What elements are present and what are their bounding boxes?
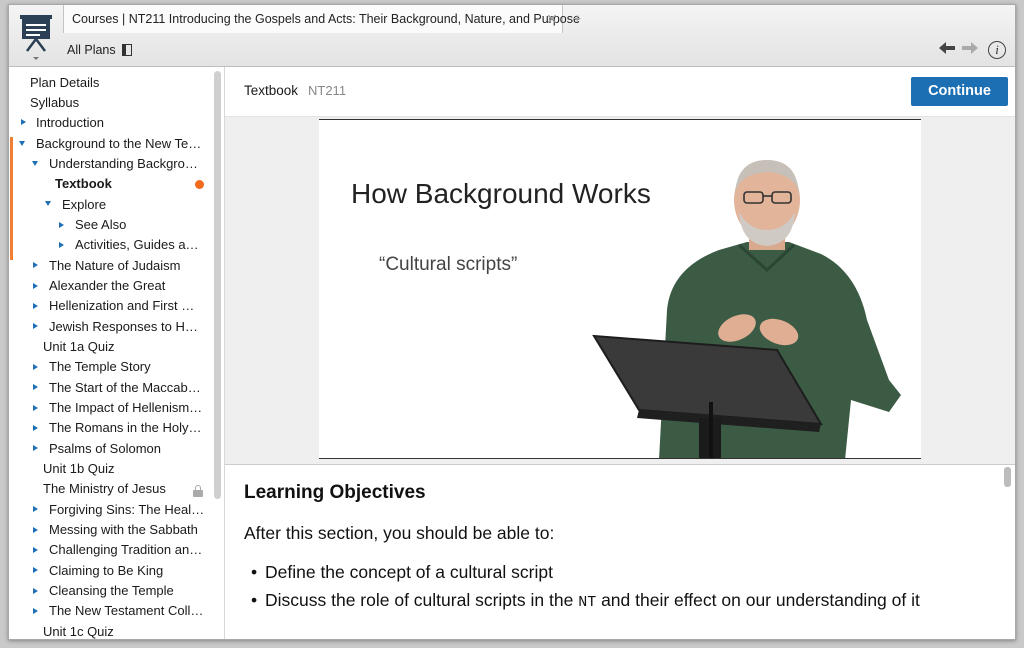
sidebar-item-nt-collection[interactable]: The New Testament Coll… <box>49 601 205 621</box>
chevron-right-icon[interactable] <box>59 242 64 248</box>
sidebar-item-activities[interactable]: Activities, Guides an… <box>75 235 205 255</box>
add-tab-icon[interactable]: + <box>573 10 581 26</box>
presenter-image <box>592 160 901 458</box>
course-code: NT211 <box>308 83 347 98</box>
sidebar-item-explore[interactable]: Explore <box>62 195 202 215</box>
sidebar-item-temple-story[interactable]: The Temple Story <box>49 357 205 377</box>
slide-subtitle: “Cultural scripts” <box>379 254 518 275</box>
objective-text: and their effect on our understanding of… <box>596 590 920 610</box>
sidebar-item-alexander[interactable]: Alexander the Great <box>49 276 205 296</box>
content-toolbar: Textbook NT211 Continue <box>225 67 1015 117</box>
sidebar-scrollbar[interactable] <box>214 71 221 499</box>
course-outline-sidebar: Plan Details Syllabus Introduction Backg… <box>9 67 225 639</box>
sidebar-item-romans[interactable]: The Romans in the Holy … <box>49 418 205 438</box>
section-label: Textbook <box>244 83 299 98</box>
tab-title: Courses | NT211 Introducing the Gospels … <box>72 12 580 26</box>
current-item-dot <box>195 180 204 189</box>
sidebar-item-sabbath[interactable]: Messing with the Sabbath <box>49 520 205 540</box>
learning-content: Learning Objectives After this section, … <box>225 465 1015 639</box>
chevron-right-icon[interactable] <box>33 384 38 390</box>
info-icon[interactable]: i <box>988 41 1006 59</box>
sidebar-item-ministry-jesus[interactable]: The Ministry of Jesus <box>43 479 183 499</box>
lecture-video[interactable]: How Background Works “Cultural scripts” <box>319 119 921 459</box>
sidebar-item-unit-1a-quiz[interactable]: Unit 1a Quiz <box>43 337 203 357</box>
lock-icon <box>193 485 203 497</box>
objective-text: Define the concept of a cultural script <box>265 562 553 582</box>
sidebar-item-introduction[interactable]: Introduction <box>36 113 210 133</box>
chevron-down-icon[interactable] <box>32 161 38 166</box>
chevron-right-icon[interactable] <box>33 405 38 411</box>
chevron-right-icon[interactable] <box>33 608 38 614</box>
chevron-right-icon[interactable] <box>33 588 38 594</box>
close-icon[interactable]: ✕ <box>546 11 558 28</box>
chevron-right-icon[interactable] <box>33 425 38 431</box>
sidebar-item-challenging-tradition[interactable]: Challenging Tradition an… <box>49 540 205 560</box>
sidebar-item-textbook[interactable]: Textbook <box>55 174 175 194</box>
continue-button[interactable]: Continue <box>911 77 1008 106</box>
sidebar-item-understanding[interactable]: Understanding Backgro… <box>49 154 204 174</box>
learning-objectives-intro: After this section, you should be able t… <box>244 523 555 543</box>
learning-objectives-heading: Learning Objectives <box>244 482 426 503</box>
tab-course[interactable]: Courses | NT211 Introducing the Gospels … <box>63 5 580 33</box>
chevron-right-icon[interactable] <box>33 445 38 451</box>
sidebar-item-hellenization[interactable]: Hellenization and First M… <box>49 296 205 316</box>
chevron-down-icon[interactable] <box>45 201 51 206</box>
courses-presentation-icon[interactable] <box>17 13 55 61</box>
list-item: Define the concept of a cultural script <box>251 562 920 590</box>
sidebar-item-plan-details[interactable]: Plan Details <box>30 73 210 93</box>
chevron-right-icon[interactable] <box>59 222 64 228</box>
chevron-right-icon[interactable] <box>33 323 38 329</box>
sidebar-item-forgiving-sins[interactable]: Forgiving Sins: The Heal… <box>49 500 205 520</box>
chevron-right-icon[interactable] <box>33 527 38 533</box>
back-arrow-icon[interactable] <box>939 41 955 58</box>
app-window: Courses | NT211 Introducing the Gospels … <box>8 4 1016 640</box>
progress-strip <box>10 137 13 260</box>
forward-arrow-icon[interactable] <box>962 41 978 58</box>
objectives-list: Define the concept of a cultural script … <box>251 562 920 618</box>
objective-text: Discuss the role of cultural scripts in … <box>265 590 579 610</box>
chevron-down-icon[interactable] <box>19 141 25 146</box>
list-item: Discuss the role of cultural scripts in … <box>251 590 920 618</box>
sidebar-item-unit-1b-quiz[interactable]: Unit 1b Quiz <box>43 459 203 479</box>
sidebar-item-background[interactable]: Background to the New Te… <box>36 134 204 154</box>
chevron-right-icon[interactable] <box>33 262 38 268</box>
main-content: Textbook NT211 Continue How Background W… <box>225 67 1015 639</box>
sidebar-item-maccabees[interactable]: The Start of the Maccabe… <box>49 378 205 398</box>
content-scrollbar[interactable] <box>1004 467 1011 487</box>
nt-abbreviation: NT <box>578 594 597 611</box>
chevron-right-icon[interactable] <box>33 303 38 309</box>
sidebar-item-unit-1c-quiz[interactable]: Unit 1c Quiz <box>43 622 203 639</box>
sidebar-toggle-icon[interactable] <box>122 44 132 56</box>
chevron-right-icon[interactable] <box>33 364 38 370</box>
chevron-right-icon[interactable] <box>33 283 38 289</box>
all-plans-link[interactable]: All Plans <box>67 43 116 57</box>
sidebar-item-see-also[interactable]: See Also <box>75 215 205 235</box>
sidebar-item-psalms-solomon[interactable]: Psalms of Solomon <box>49 439 205 459</box>
chevron-right-icon[interactable] <box>33 547 38 553</box>
sidebar-item-cleansing-temple[interactable]: Cleansing the Temple <box>49 581 205 601</box>
sidebar-item-syllabus[interactable]: Syllabus <box>30 93 210 113</box>
video-area: How Background Works “Cultural scripts” <box>225 117 1015 464</box>
header-bar: Courses | NT211 Introducing the Gospels … <box>9 5 1015 67</box>
chevron-right-icon[interactable] <box>33 567 38 573</box>
sidebar-item-claiming-king[interactable]: Claiming to Be King <box>49 561 205 581</box>
sidebar-item-impact-hellenism[interactable]: The Impact of Hellenism… <box>49 398 205 418</box>
chevron-right-icon[interactable] <box>21 119 26 125</box>
sidebar-item-nature-judaism[interactable]: The Nature of Judaism <box>49 256 205 276</box>
tab-strip: Courses | NT211 Introducing the Gospels … <box>63 5 1015 33</box>
chevron-right-icon[interactable] <box>33 506 38 512</box>
sidebar-item-jewish-responses[interactable]: Jewish Responses to He… <box>49 317 205 337</box>
